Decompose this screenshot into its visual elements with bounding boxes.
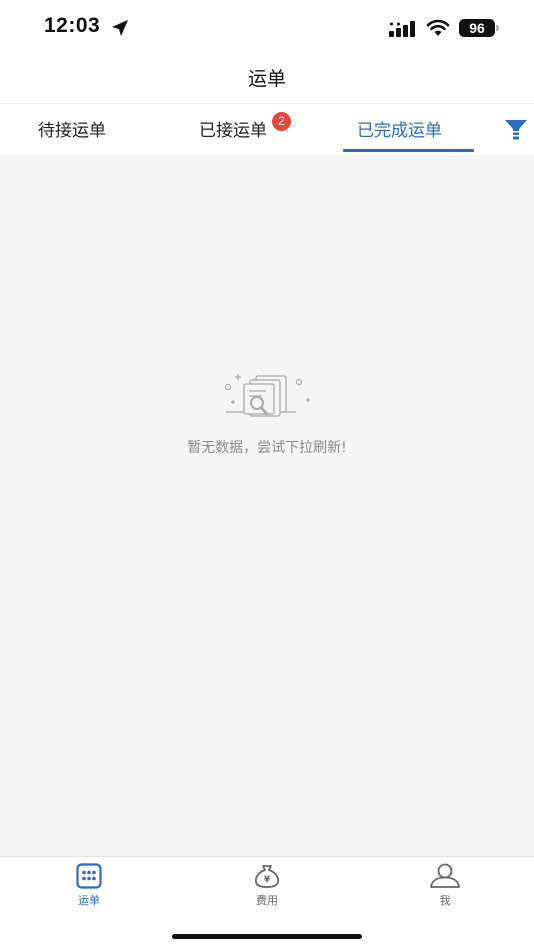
tab-completed-orders[interactable]: 已完成运单 — [357, 116, 442, 141]
tab-pending-orders[interactable]: 待接运单 — [38, 116, 106, 141]
bottom-tab-orders-label: 运单 — [78, 894, 100, 907]
location-arrow-icon — [112, 20, 128, 36]
status-time: 12:03 — [44, 14, 101, 37]
cellular-signal-icon — [389, 21, 415, 37]
battery-indicator: 96 — [459, 19, 499, 37]
bottom-tab-orders[interactable]: 运单 — [49, 863, 129, 908]
money-bag-icon: ¥ — [254, 865, 280, 888]
page-title: 运单 — [247, 68, 286, 90]
wifi-icon — [426, 19, 450, 36]
nav-bar: 运单 — [0, 56, 534, 102]
battery-level: 96 — [459, 19, 495, 37]
tab-accepted-orders[interactable]: 已接运单 — [199, 116, 267, 141]
empty-document-search-icon — [224, 374, 310, 417]
bottom-tab-fees-label: 费用 — [256, 894, 278, 907]
orders-grid-icon — [76, 863, 102, 889]
yuan-glyph: ¥ — [264, 875, 271, 885]
active-tab-indicator — [343, 149, 474, 152]
home-indicator[interactable] — [172, 934, 362, 939]
person-icon — [430, 863, 460, 888]
bottom-tab-me[interactable]: 我 — [405, 863, 485, 908]
battery-cap — [496, 25, 499, 31]
order-tabs: 待接运单 已接运单 2 已完成运单 — [0, 103, 534, 155]
bottom-tab-me-label: 我 — [439, 894, 451, 907]
filter-icon[interactable] — [504, 118, 528, 142]
order-list-area[interactable]: 暂无数据，尝试下拉刷新! — [0, 155, 534, 856]
empty-state-message: 暂无数据，尝试下拉刷新! — [187, 440, 347, 456]
accepted-count-badge: 2 — [272, 112, 291, 131]
status-bar: 12:03 96 — [0, 0, 534, 56]
bottom-tab-fees[interactable]: ¥ 费用 — [227, 863, 307, 908]
